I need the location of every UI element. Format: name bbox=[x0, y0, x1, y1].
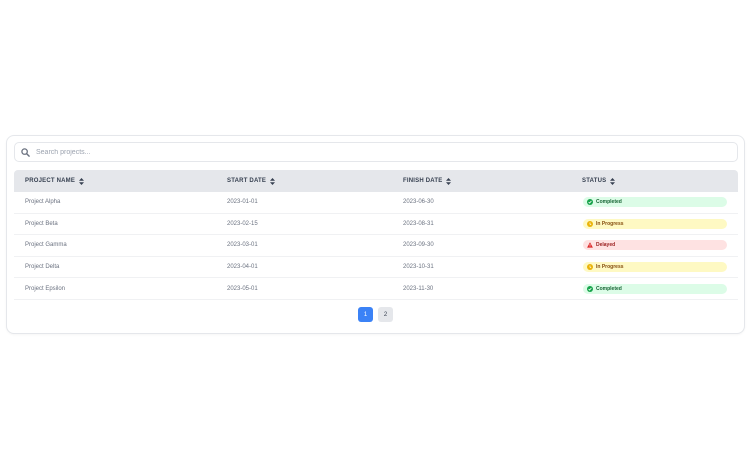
sort-icon bbox=[270, 177, 276, 185]
status-cell: Completed bbox=[571, 197, 738, 208]
sort-icon bbox=[79, 177, 85, 185]
search-input[interactable] bbox=[36, 148, 716, 156]
status-cell: Completed bbox=[571, 283, 738, 294]
finish-date-cell: 2023-06-30 bbox=[403, 199, 434, 206]
status-label: In Progress bbox=[596, 220, 624, 227]
project-name-cell: Project Gamma bbox=[25, 242, 67, 249]
check-circle-icon bbox=[587, 285, 593, 292]
table-row: Project Alpha 2023-01-01 2023-06-30 Comp… bbox=[14, 192, 738, 214]
column-header-finish-date[interactable]: FINISH DATE bbox=[391, 177, 571, 185]
status-badge: Completed bbox=[583, 283, 727, 294]
clock-icon bbox=[587, 220, 593, 227]
project-name-cell: Project Epsilon bbox=[25, 285, 66, 292]
status-label: Completed bbox=[596, 285, 622, 292]
table-row: Project Beta 2023-02-15 2023-08-31 In Pr… bbox=[14, 214, 738, 236]
project-name-cell: Project Alpha bbox=[25, 199, 61, 206]
sort-icon bbox=[610, 177, 616, 185]
status-cell: In Progress bbox=[571, 262, 738, 273]
table-row: Project Epsilon 2023-05-01 2023-11-30 Co… bbox=[14, 278, 738, 300]
pagination: 1 2 bbox=[7, 307, 744, 322]
check-circle-icon bbox=[587, 199, 593, 206]
start-date-cell: 2023-05-01 bbox=[227, 285, 258, 292]
start-date-cell: 2023-04-01 bbox=[227, 264, 258, 271]
column-header-status[interactable]: STATUS bbox=[571, 177, 738, 185]
start-date-cell: 2023-03-01 bbox=[227, 242, 258, 249]
column-header-start-date[interactable]: START DATE bbox=[217, 177, 391, 185]
finish-date-cell: 2023-10-31 bbox=[403, 264, 434, 271]
search-box[interactable] bbox=[14, 142, 738, 162]
finish-date-cell: 2023-11-30 bbox=[403, 285, 434, 292]
search-icon bbox=[21, 147, 30, 157]
table-header: PROJECT NAME START DATE FINISH DATE STAT… bbox=[14, 170, 738, 192]
status-badge: Completed bbox=[583, 197, 727, 208]
project-name-cell: Project Beta bbox=[25, 220, 58, 227]
column-label: FINISH DATE bbox=[403, 178, 443, 184]
column-header-project-name[interactable]: PROJECT NAME bbox=[14, 177, 217, 185]
projects-table: PROJECT NAME START DATE FINISH DATE STAT… bbox=[14, 170, 738, 300]
status-label: In Progress bbox=[596, 264, 624, 271]
status-badge: In Progress bbox=[583, 262, 727, 273]
status-cell: In Progress bbox=[571, 218, 738, 229]
start-date-cell: 2023-01-01 bbox=[227, 199, 258, 206]
clock-icon bbox=[587, 264, 593, 271]
sort-icon bbox=[446, 177, 452, 185]
status-label: Completed bbox=[596, 199, 622, 206]
finish-date-cell: 2023-09-30 bbox=[403, 242, 434, 249]
column-label: START DATE bbox=[227, 178, 267, 184]
table-row: Project Gamma 2023-03-01 2023-09-30 Dela… bbox=[14, 235, 738, 257]
table-row: Project Delta 2023-04-01 2023-10-31 In P… bbox=[14, 257, 738, 279]
status-badge: Delayed bbox=[583, 240, 727, 251]
projects-card: PROJECT NAME START DATE FINISH DATE STAT… bbox=[6, 135, 745, 334]
start-date-cell: 2023-02-15 bbox=[227, 220, 258, 227]
column-label: STATUS bbox=[582, 178, 607, 184]
status-badge: In Progress bbox=[583, 218, 727, 229]
status-label: Delayed bbox=[596, 242, 616, 249]
finish-date-cell: 2023-08-31 bbox=[403, 220, 434, 227]
column-label: PROJECT NAME bbox=[25, 178, 76, 184]
warning-triangle-icon bbox=[587, 242, 593, 249]
page-2-button[interactable]: 2 bbox=[378, 307, 393, 322]
page-1-button[interactable]: 1 bbox=[358, 307, 373, 322]
status-cell: Delayed bbox=[571, 240, 738, 251]
project-name-cell: Project Delta bbox=[25, 264, 60, 271]
